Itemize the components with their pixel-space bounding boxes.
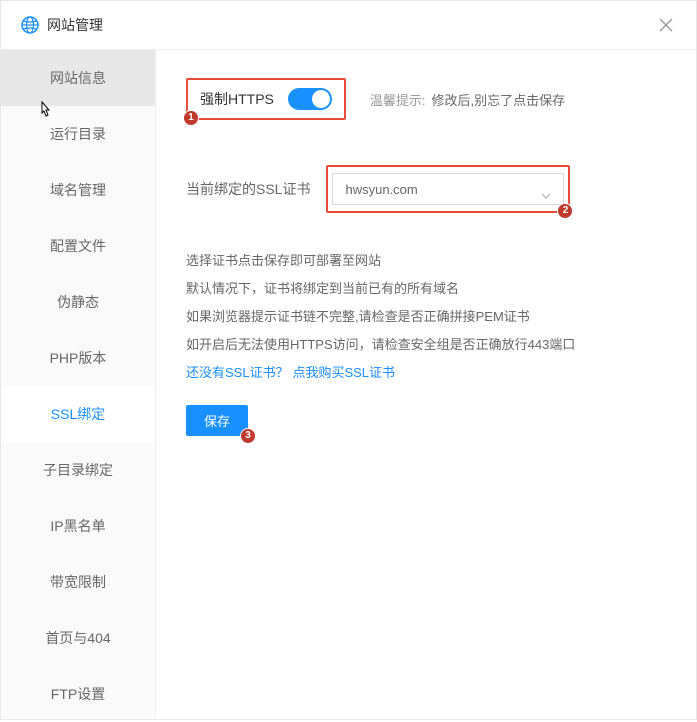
sidebar-item-label: 配置文件 bbox=[50, 238, 106, 254]
sidebar-item-ip-blacklist[interactable]: IP黑名单 bbox=[1, 498, 155, 554]
info-text-1: 选择证书点击保存即可部署至网站 bbox=[186, 249, 666, 273]
ssl-purchase-link-row: 还没有SSL证书？ 点我购买SSL证书 bbox=[186, 361, 666, 385]
annotation-badge-1: 1 bbox=[183, 110, 199, 126]
force-https-row: 强制HTTPS 1 温馨提示: 修改后,别忘了点击保存 bbox=[186, 78, 666, 120]
ssl-select-row: 当前绑定的SSL证书 hwsyun.com 2 bbox=[186, 165, 666, 213]
sidebar-item-label: SSL绑定 bbox=[51, 406, 105, 422]
close-icon[interactable] bbox=[656, 15, 676, 35]
force-https-toggle[interactable] bbox=[288, 88, 332, 110]
save-button[interactable]: 保存 3 bbox=[186, 405, 248, 436]
sidebar-item-subdir-bind[interactable]: 子目录绑定 bbox=[1, 442, 155, 498]
sidebar-item-label: 带宽限制 bbox=[50, 574, 106, 590]
sidebar-item-domain-manage[interactable]: 域名管理 bbox=[1, 162, 155, 218]
chevron-down-icon bbox=[541, 187, 551, 202]
sidebar-item-label: PHP版本 bbox=[50, 350, 107, 366]
sidebar-item-bandwidth-limit[interactable]: 带宽限制 bbox=[1, 554, 155, 610]
sidebar-item-label: 运行目录 bbox=[50, 126, 106, 142]
ssl-select-highlight: hwsyun.com 2 bbox=[326, 165, 570, 213]
globe-icon bbox=[21, 16, 39, 34]
modal-header: 网站管理 bbox=[1, 1, 696, 50]
sidebar-item-ssl-bind[interactable]: SSL绑定 bbox=[1, 386, 155, 442]
ssl-cert-select[interactable]: hwsyun.com bbox=[332, 173, 564, 205]
sidebar-item-homepage-404[interactable]: 首页与404 bbox=[1, 610, 155, 666]
ssl-bind-label: 当前绑定的SSL证书 bbox=[186, 179, 310, 199]
sidebar-item-label: 子目录绑定 bbox=[43, 462, 113, 478]
no-ssl-link[interactable]: 还没有SSL证书？ bbox=[186, 365, 289, 380]
sidebar-item-label: 网站信息 bbox=[50, 70, 106, 86]
force-https-label: 强制HTTPS bbox=[200, 89, 274, 109]
modal-body: 网站信息 运行目录 域名管理 配置文件 伪静态 PHP版本 bbox=[1, 50, 696, 718]
annotation-badge-2: 2 bbox=[557, 203, 573, 219]
hint-text: 修改后,别忘了点击保存 bbox=[432, 90, 566, 109]
info-text-3: 如果浏览器提示证书链不完整,请检查是否正确拼接PEM证书 bbox=[186, 305, 666, 329]
modal-title: 网站管理 bbox=[47, 15, 656, 35]
buy-ssl-link[interactable]: 点我购买SSL证书 bbox=[292, 365, 395, 380]
sidebar-item-label: FTP设置 bbox=[51, 686, 105, 702]
sidebar: 网站信息 运行目录 域名管理 配置文件 伪静态 PHP版本 bbox=[1, 50, 156, 718]
content-panel: 强制HTTPS 1 温馨提示: 修改后,别忘了点击保存 当前绑定的SSL证书 h… bbox=[156, 50, 696, 718]
sidebar-item-ftp-settings[interactable]: FTP设置 bbox=[1, 666, 155, 722]
sidebar-item-pseudo-static[interactable]: 伪静态 bbox=[1, 274, 155, 330]
sidebar-item-website-info[interactable]: 网站信息 bbox=[1, 50, 155, 106]
hint-label: 温馨提示: bbox=[370, 90, 426, 109]
sidebar-item-label: 首页与404 bbox=[45, 630, 110, 646]
save-button-label: 保存 bbox=[204, 414, 230, 429]
website-manage-modal: 网站管理 网站信息 运行目录 域名管理 bbox=[0, 0, 697, 720]
sidebar-item-label: 域名管理 bbox=[50, 182, 106, 198]
sidebar-item-run-dir[interactable]: 运行目录 bbox=[1, 106, 155, 162]
info-text-4: 如开启后无法使用HTTPS访问，请检查安全组是否正确放行443端口 bbox=[186, 333, 666, 357]
sidebar-item-config-file[interactable]: 配置文件 bbox=[1, 218, 155, 274]
info-text-2: 默认情况下，证书将绑定到当前已有的所有域名 bbox=[186, 277, 666, 301]
force-https-highlight: 强制HTTPS 1 bbox=[186, 78, 346, 120]
annotation-badge-3: 3 bbox=[240, 428, 256, 444]
sidebar-item-label: 伪静态 bbox=[57, 294, 99, 310]
sidebar-item-label: IP黑名单 bbox=[50, 518, 105, 534]
ssl-selected-value: hwsyun.com bbox=[345, 182, 417, 197]
sidebar-item-php-version[interactable]: PHP版本 bbox=[1, 330, 155, 386]
